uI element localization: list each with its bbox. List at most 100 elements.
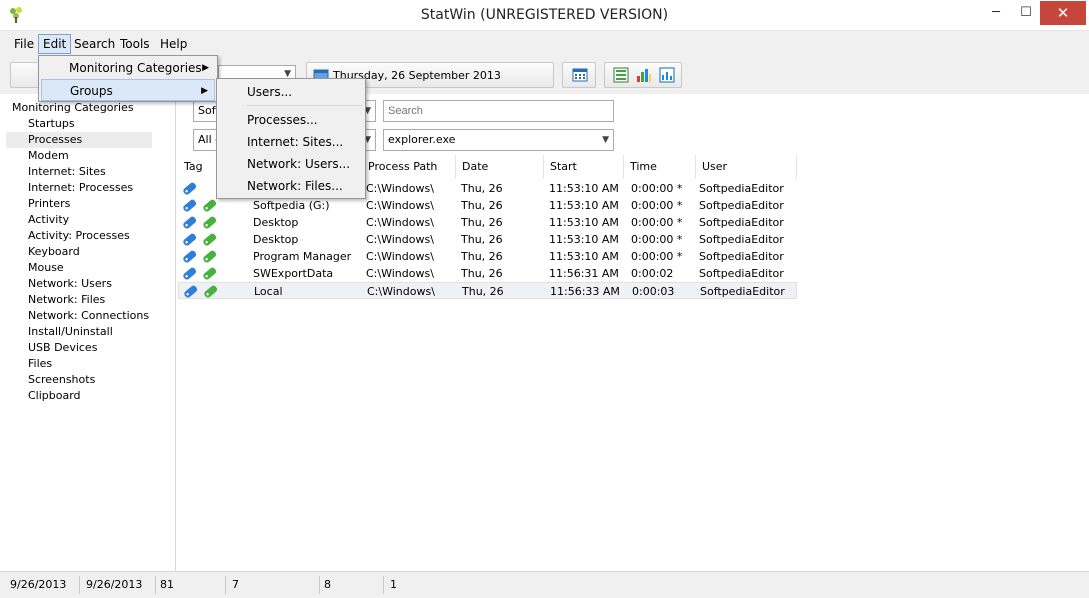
- cell-process-path: C:\Windows\: [366, 250, 434, 263]
- tree-item-activity[interactable]: Activity: [28, 212, 69, 228]
- cell-name: Softpedia (G:): [253, 199, 330, 212]
- cell-name: Desktop: [253, 233, 299, 246]
- table-row[interactable]: Local C:\Windows\ Thu, 26 11:56:33 AM 0:00:0…: [178, 282, 797, 299]
- tree-item-network-connections[interactable]: Network: Connections: [28, 308, 149, 324]
- cell-date: Thu, 26: [461, 250, 503, 263]
- tag-icon: [181, 265, 219, 282]
- cell-start: 11:53:10 AM: [549, 199, 619, 212]
- table-row[interactable]: Softpedia (G:) C:\Windows\ Thu, 26 11:53:10…: [178, 197, 797, 214]
- status-count-4: 1: [390, 578, 397, 591]
- tree-item-processes[interactable]: Processes: [6, 132, 152, 148]
- groups-submenu: Users... Processes... Internet: Sites...…: [216, 78, 366, 199]
- status-count-2: 7: [228, 576, 320, 594]
- tag-icon: [181, 214, 219, 231]
- maximize-button[interactable]: ☐: [1010, 1, 1042, 25]
- list-view-icon[interactable]: [613, 67, 629, 83]
- process-filter-value: explorer.exe: [388, 133, 456, 146]
- cell-date: Thu, 26: [461, 216, 503, 229]
- cell-user: SoftpediaEditor: [699, 233, 784, 246]
- menu-tools[interactable]: Tools: [116, 35, 154, 53]
- column-header-start[interactable]: Start: [544, 155, 624, 179]
- cell-start: 11:53:10 AM: [549, 216, 619, 229]
- tree-item-startups[interactable]: Startups: [28, 116, 75, 132]
- tree-item-internet-processes[interactable]: Internet: Processes: [28, 180, 133, 196]
- tree-item-modem[interactable]: Modem: [28, 148, 69, 164]
- edit-menu-groups[interactable]: Groups ▶: [41, 79, 215, 101]
- tag-icon: [181, 231, 219, 248]
- edit-menu: Monitoring Categories ▶ Groups ▶: [38, 55, 218, 102]
- window-title: StatWin (UNREGISTERED VERSION): [420, 7, 669, 23]
- cell-process-path: C:\Windows\: [367, 285, 435, 298]
- groups-submenu-processes[interactable]: Processes...: [219, 109, 363, 131]
- menu-search[interactable]: Search: [70, 35, 119, 53]
- search-input[interactable]: [383, 100, 614, 122]
- tree-item-mouse[interactable]: Mouse: [28, 260, 64, 276]
- cell-user: SoftpediaEditor: [699, 199, 784, 212]
- cell-start: 11:56:31 AM: [549, 267, 619, 280]
- tree-item-files[interactable]: Files: [28, 356, 52, 372]
- table-row[interactable]: SWExportData C:\Windows\ Thu, 26 11:56:31 A…: [178, 265, 797, 282]
- groups-submenu-network-users[interactable]: Network: Users...: [219, 153, 363, 175]
- status-date-from: 9/26/2013: [6, 576, 80, 594]
- category-tree: Monitoring Categories Startups Processes…: [6, 97, 176, 571]
- view-buttons: [604, 62, 682, 88]
- cell-start: 11:53:10 AM: [549, 233, 619, 246]
- column-header-user[interactable]: User: [696, 155, 797, 179]
- cell-time: 0:00:00 *: [631, 182, 683, 195]
- cell-start: 11:56:33 AM: [550, 285, 620, 298]
- cell-process-path: C:\Windows\: [366, 267, 434, 280]
- status-bar: 9/26/2013 9/26/2013 81 7 8 1: [0, 571, 1089, 598]
- menu-file[interactable]: File: [10, 35, 38, 53]
- edit-menu-monitoring-categories[interactable]: Monitoring Categories ▶: [41, 57, 215, 79]
- table-row[interactable]: Desktop C:\Windows\ Thu, 26 11:53:10 AM 0:00…: [178, 214, 797, 231]
- cell-user: SoftpediaEditor: [699, 216, 784, 229]
- process-filter-combo[interactable]: explorer.exe ▼: [383, 129, 614, 151]
- column-header-time[interactable]: Time: [624, 155, 696, 179]
- chevron-right-icon: ▶: [201, 86, 208, 96]
- menu-edit[interactable]: Edit: [38, 34, 72, 54]
- tag-icon: [181, 248, 219, 265]
- cell-name: Program Manager: [253, 250, 352, 263]
- tree-item-internet-sites[interactable]: Internet: Sites: [28, 164, 106, 180]
- cell-user: SoftpediaEditor: [699, 182, 784, 195]
- tree-item-usb-devices[interactable]: USB Devices: [28, 340, 97, 356]
- groups-submenu-network-files[interactable]: Network: Files...: [219, 175, 363, 197]
- close-button[interactable]: ✕: [1040, 1, 1086, 25]
- calendar-button[interactable]: [562, 62, 596, 88]
- tree-item-screenshots[interactable]: Screenshots: [28, 372, 95, 388]
- table-row[interactable]: Program Manager C:\Windows\ Thu, 26 11:53:1…: [178, 248, 797, 265]
- groups-submenu-internet-sites[interactable]: Internet: Sites...: [219, 131, 363, 153]
- tree-item-network-users[interactable]: Network: Users: [28, 276, 112, 292]
- calendar-grid-icon: [572, 67, 588, 83]
- cell-name: SWExportData: [253, 267, 334, 280]
- column-header-process-path[interactable]: Process Path: [362, 155, 456, 179]
- chevron-right-icon: ▶: [202, 63, 209, 73]
- groups-submenu-users[interactable]: Users...: [219, 81, 363, 103]
- bar-chart-icon[interactable]: [636, 67, 652, 83]
- cell-user: SoftpediaEditor: [699, 250, 784, 263]
- tree-item-install-uninstall[interactable]: Install/Uninstall: [28, 324, 113, 340]
- tree-item-clipboard[interactable]: Clipboard: [28, 388, 81, 404]
- cell-name: Desktop: [253, 216, 299, 229]
- cell-date: Thu, 26: [461, 182, 503, 195]
- edit-menu-item-label: Groups: [70, 84, 113, 98]
- cell-time: 0:00:02: [631, 267, 674, 280]
- status-count-3: 8: [320, 576, 384, 594]
- report-icon[interactable]: [659, 67, 675, 83]
- cell-time: 0:00:03: [632, 285, 675, 298]
- cell-process-path: C:\Windows\: [366, 199, 434, 212]
- tree-item-printers[interactable]: Printers: [28, 196, 70, 212]
- tree-item-network-files[interactable]: Network: Files: [28, 292, 105, 308]
- column-header-date[interactable]: Date: [456, 155, 544, 179]
- tree-item-activity-processes[interactable]: Activity: Processes: [28, 228, 130, 244]
- cell-start: 11:53:10 AM: [549, 182, 619, 195]
- minimize-button[interactable]: ─: [980, 1, 1012, 25]
- status-count-1: 81: [156, 576, 226, 594]
- tree-root[interactable]: Monitoring Categories: [12, 100, 134, 116]
- cell-user: SoftpediaEditor: [699, 267, 784, 280]
- cell-start: 11:53:10 AM: [549, 250, 619, 263]
- table-row[interactable]: Desktop C:\Windows\ Thu, 26 11:53:10 AM 0:00…: [178, 231, 797, 248]
- menu-help[interactable]: Help: [156, 35, 191, 53]
- tree-item-keyboard[interactable]: Keyboard: [28, 244, 80, 260]
- tag-icon: [181, 197, 219, 214]
